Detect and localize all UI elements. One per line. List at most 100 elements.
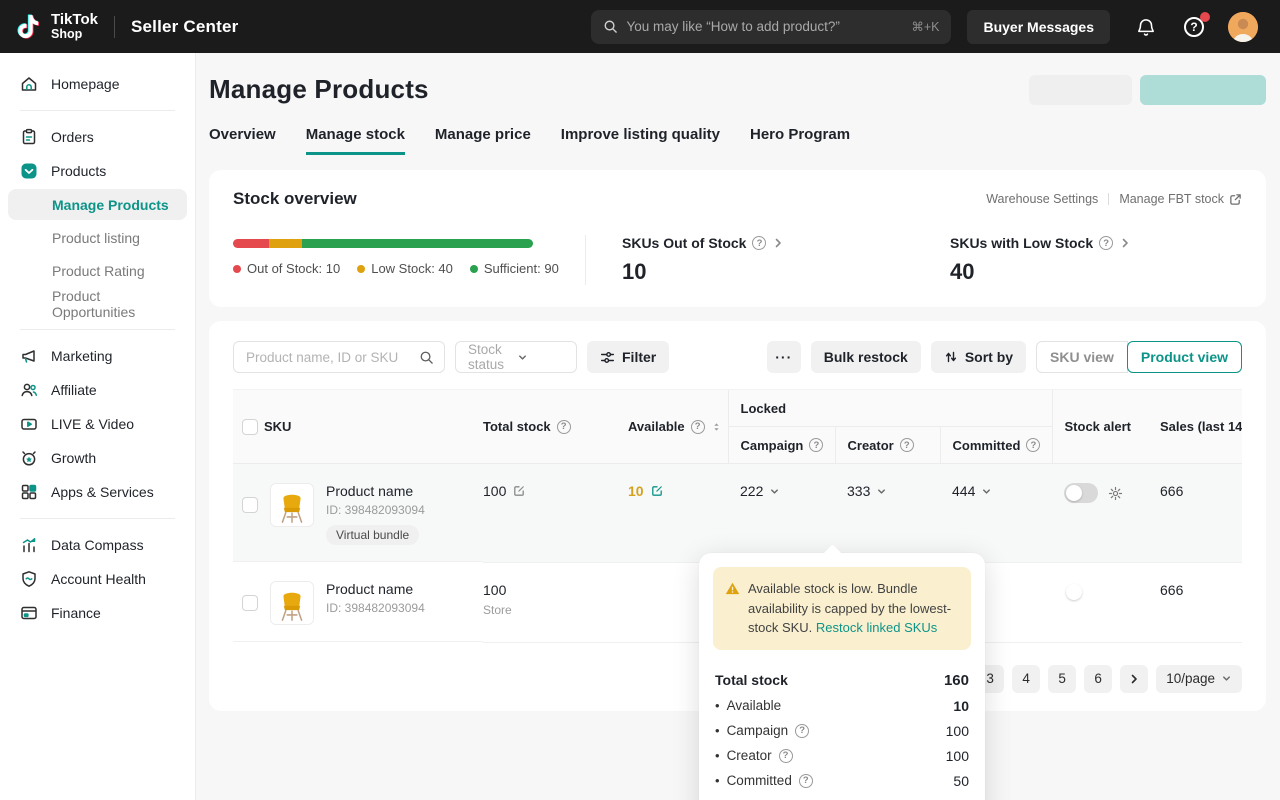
sidebar-item-product-rating[interactable]: Product Rating xyxy=(0,254,195,287)
tab-hero-program[interactable]: Hero Program xyxy=(750,126,850,155)
stock-alert-toggle[interactable] xyxy=(1064,483,1098,503)
tab-manage-stock[interactable]: Manage stock xyxy=(306,126,405,155)
help-icon[interactable]: ? xyxy=(799,774,813,788)
sidebar-item-apps-services[interactable]: Apps & Services xyxy=(0,475,195,509)
sidebar-item-data-compass[interactable]: Data Compass xyxy=(0,528,195,562)
total-stock-value: 100 xyxy=(483,582,506,598)
help-icon[interactable]: ? xyxy=(900,438,914,452)
placeholder-primary-button[interactable] xyxy=(1140,75,1266,105)
tab-overview[interactable]: Overview xyxy=(209,126,276,155)
stat-skus-out-of-stock[interactable]: SKUs Out of Stock ? 10 xyxy=(586,235,914,285)
legend-low-stock: Low Stock: 40 xyxy=(357,261,453,276)
sidebar-item-manage-products[interactable]: Manage Products xyxy=(8,189,187,220)
page-button-6[interactable]: 6 xyxy=(1084,665,1112,693)
product-name: Product name xyxy=(326,483,425,499)
sidebar-divider xyxy=(20,518,175,519)
column-header-sales: Sales (last 14 days) xyxy=(1160,419,1242,434)
product-name: Product name xyxy=(326,581,425,597)
sidebar-item-product-listing[interactable]: Product listing xyxy=(0,221,195,254)
notifications-button[interactable] xyxy=(1134,15,1158,39)
sidebar-item-label: Affiliate xyxy=(51,382,97,398)
growth-icon xyxy=(20,449,38,467)
column-header-campaign: Campaign xyxy=(741,438,804,453)
sidebar-item-label: Products xyxy=(51,163,106,179)
sidebar-item-orders[interactable]: Orders xyxy=(0,120,195,154)
sidebar-item-live-video[interactable]: LIVE & Video xyxy=(0,407,195,441)
virtual-bundle-tag: Virtual bundle xyxy=(326,525,419,545)
edit-icon[interactable] xyxy=(650,484,664,498)
sidebar-item-affiliate[interactable]: Affiliate xyxy=(0,373,195,407)
help-icon[interactable]: ? xyxy=(809,438,823,452)
global-search[interactable]: ⌘+K xyxy=(591,10,951,44)
sidebar-item-label: Account Health xyxy=(51,571,146,587)
page-size-select[interactable]: 10/page xyxy=(1156,665,1242,693)
help-icon[interactable]: ? xyxy=(795,724,809,738)
avatar[interactable] xyxy=(1228,12,1258,42)
stat-skus-with-low-stock[interactable]: SKUs with Low Stock ? 40 xyxy=(914,235,1242,285)
sidebar-item-product-opportunities[interactable]: Product Opportunities xyxy=(0,287,195,320)
help-icon[interactable]: ? xyxy=(752,236,766,250)
product-image xyxy=(270,483,314,527)
sidebar-item-growth[interactable]: Growth xyxy=(0,441,195,475)
row-checkbox[interactable] xyxy=(242,497,258,513)
help-button[interactable]: ? xyxy=(1182,15,1206,39)
sidebar-item-label: Product Rating xyxy=(52,263,145,279)
product-search-input[interactable] xyxy=(246,350,413,365)
sidebar-item-account-health[interactable]: Account Health xyxy=(0,562,195,596)
placeholder-secondary-button[interactable] xyxy=(1029,75,1132,105)
legend-dot xyxy=(357,265,365,273)
sidebar-item-homepage[interactable]: Homepage xyxy=(0,67,195,101)
gear-icon[interactable] xyxy=(1108,486,1123,501)
brand-logo[interactable]: TikTok Shop xyxy=(16,12,98,42)
sort-toggle-icon[interactable] xyxy=(711,421,722,433)
sidebar-item-label: Data Compass xyxy=(51,537,144,553)
next-page-button[interactable] xyxy=(1120,665,1148,693)
notification-dot xyxy=(1200,12,1210,22)
edit-icon[interactable] xyxy=(512,484,526,498)
global-search-input[interactable] xyxy=(626,19,903,34)
sort-by-button[interactable]: Sort by xyxy=(931,341,1026,373)
chevron-down-icon[interactable] xyxy=(981,486,992,497)
stock-overview-title: Stock overview xyxy=(233,189,357,209)
tab-improve-listing-quality[interactable]: Improve listing quality xyxy=(561,126,720,155)
legend-dot xyxy=(233,265,241,273)
buyer-messages-button[interactable]: Buyer Messages xyxy=(967,10,1110,44)
help-icon[interactable]: ? xyxy=(1099,236,1113,250)
more-actions-button[interactable]: ··· xyxy=(767,341,801,373)
tab-manage-price[interactable]: Manage price xyxy=(435,126,531,155)
restock-linked-skus-link[interactable]: Restock linked SKUs xyxy=(816,620,937,635)
sidebar-item-finance[interactable]: Finance xyxy=(0,596,195,630)
sidebar-divider xyxy=(20,110,175,111)
filter-button[interactable]: Filter xyxy=(587,341,669,373)
help-icon[interactable]: ? xyxy=(557,420,571,434)
product-search[interactable] xyxy=(233,341,445,373)
tiktok-logo-icon xyxy=(16,12,42,42)
stock-status-select[interactable]: Stock status xyxy=(455,341,577,373)
select-all-checkbox[interactable] xyxy=(242,419,258,435)
sku-view-button[interactable]: SKU view xyxy=(1036,341,1128,373)
chevron-down-icon[interactable] xyxy=(769,486,780,497)
page-button-4[interactable]: 4 xyxy=(1012,665,1040,693)
manage-fbt-stock-link[interactable]: Manage FBT stock xyxy=(1119,192,1242,206)
sidebar-item-products[interactable]: Products xyxy=(0,154,195,188)
stock-legend: Out of Stock: 10 Low Stock: 40 Sufficien… xyxy=(233,261,533,276)
bulk-restock-button[interactable]: Bulk restock xyxy=(811,341,921,373)
chevron-right-icon xyxy=(1119,237,1131,249)
row-checkbox[interactable] xyxy=(242,595,258,611)
product-view-button[interactable]: Product view xyxy=(1127,341,1242,373)
column-header-sku: SKU xyxy=(264,419,291,434)
chevron-down-icon xyxy=(1221,673,1232,684)
app-title: Seller Center xyxy=(131,17,238,37)
help-icon[interactable]: ? xyxy=(779,749,793,763)
legend-sufficient: Sufficient: 90 xyxy=(470,261,559,276)
sidebar-item-marketing[interactable]: Marketing xyxy=(0,339,195,373)
help-icon[interactable]: ? xyxy=(1026,438,1040,452)
breakdown-campaign: • Campaign ? 100 xyxy=(715,723,969,739)
help-icon[interactable]: ? xyxy=(691,420,705,434)
page-button-5[interactable]: 5 xyxy=(1048,665,1076,693)
search-shortcut: ⌘+K xyxy=(911,19,939,34)
warehouse-settings-link[interactable]: Warehouse Settings xyxy=(986,192,1098,206)
grid-icon xyxy=(20,483,38,501)
product-id: ID: 398482093094 xyxy=(326,503,425,517)
chevron-down-icon[interactable] xyxy=(876,486,887,497)
